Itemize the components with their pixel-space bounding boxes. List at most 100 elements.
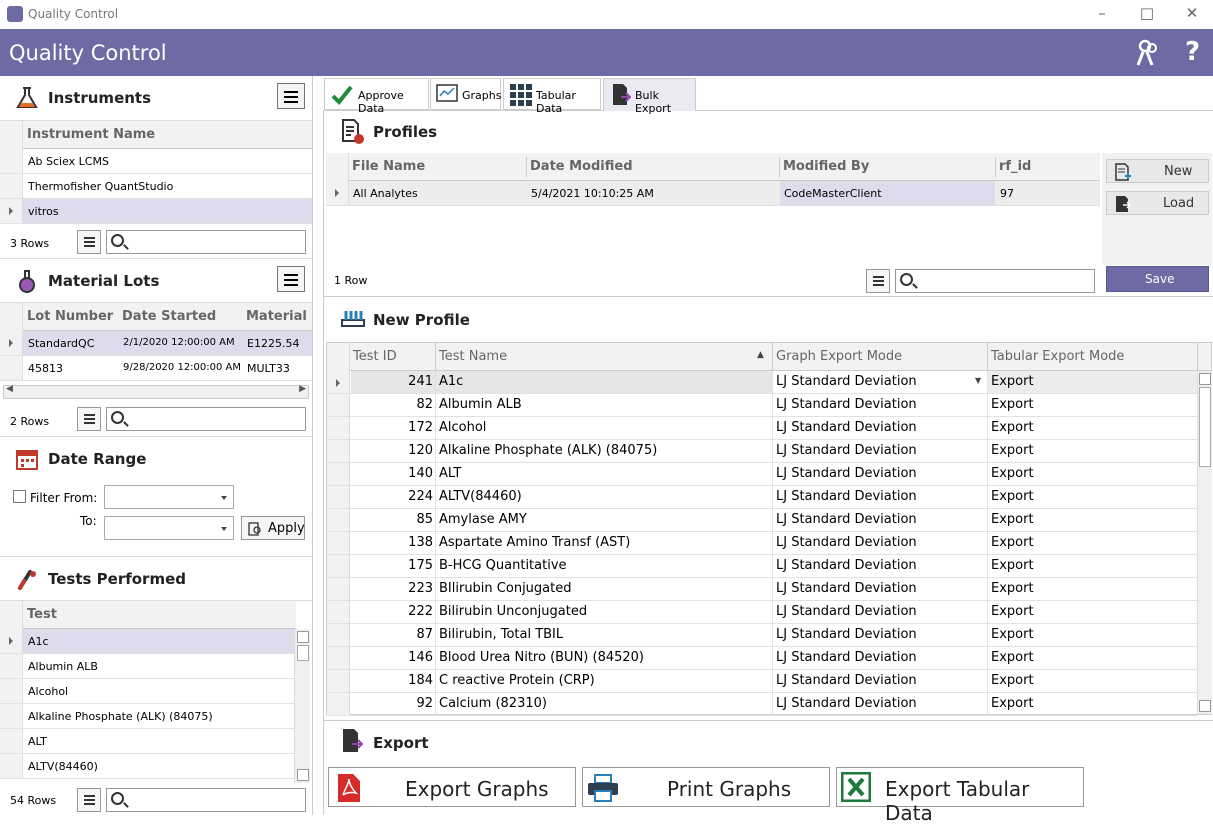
cell-graph-export-mode[interactable]: LJ Standard Deviation: [776, 535, 917, 550]
cell-graph-export-mode[interactable]: LJ Standard Deviation: [776, 650, 917, 665]
to-date-picker[interactable]: [104, 516, 234, 540]
vertical-scrollbar[interactable]: [1197, 371, 1212, 714]
filter-from-checkbox[interactable]: [13, 490, 26, 503]
column-chooser-button[interactable]: [77, 407, 101, 431]
cell-graph-export-mode[interactable]: LJ Standard Deviation: [776, 512, 917, 527]
cell-tabular-export-mode[interactable]: Export: [991, 627, 1034, 642]
cell-tabular-export-mode[interactable]: Export: [991, 604, 1034, 619]
column-date-modified[interactable]: Date Modified: [530, 159, 633, 174]
load-profile-button[interactable]: Load: [1106, 191, 1209, 215]
table-row[interactable]: 140 ALT LJ Standard Deviation Export: [327, 463, 1197, 486]
cell-graph-export-mode[interactable]: LJ Standard Deviation: [776, 489, 917, 504]
column-chooser-button[interactable]: [77, 788, 101, 812]
print-graphs-button[interactable]: Print Graphs: [582, 767, 830, 807]
table-row[interactable]: 85 Amylase AMY LJ Standard Deviation Export: [327, 509, 1197, 532]
material-lots-menu-button[interactable]: [277, 266, 305, 292]
maximize-button[interactable]: □: [1137, 4, 1157, 22]
cell-tabular-export-mode[interactable]: Export: [991, 650, 1034, 665]
tab-graphs[interactable]: Graphs: [430, 78, 501, 110]
table-row[interactable]: 224 ALTV(84460) LJ Standard Deviation Expor…: [327, 486, 1197, 509]
column-lot-number[interactable]: Lot Number: [27, 309, 113, 324]
cell-tabular-export-mode[interactable]: Export: [991, 696, 1034, 711]
table-row[interactable]: 175 B-HCG Quantitative LJ Standard Deviati…: [327, 555, 1197, 578]
column-test[interactable]: Test: [27, 607, 57, 622]
horizontal-scrollbar[interactable]: ◀ ▶: [3, 384, 309, 399]
column-test-name[interactable]: Test Name: [439, 349, 507, 364]
column-graph-export-mode[interactable]: Graph Export Mode: [776, 349, 902, 364]
cell-graph-export-mode[interactable]: LJ Standard Deviation: [776, 696, 917, 711]
sort-ascending-icon[interactable]: ▲: [757, 350, 764, 360]
cell-tabular-export-mode[interactable]: Export: [991, 512, 1034, 527]
table-row-selected[interactable]: 241 A1c LJ Standard Deviation Export ▼: [327, 371, 1197, 394]
save-profile-button[interactable]: Save: [1106, 266, 1209, 292]
column-file-name[interactable]: File Name: [352, 159, 425, 174]
apply-button[interactable]: Apply: [241, 516, 305, 540]
tests-search-input[interactable]: [106, 788, 306, 812]
cell-tabular-export-mode[interactable]: Export: [991, 374, 1034, 389]
cell-tabular-export-mode[interactable]: Export: [991, 673, 1034, 688]
table-row[interactable]: ALTV(84460): [0, 754, 294, 779]
column-date-started[interactable]: Date Started: [122, 309, 216, 324]
cell-tabular-export-mode[interactable]: Export: [991, 581, 1034, 596]
table-row[interactable]: Alcohol: [0, 679, 294, 704]
table-row[interactable]: 222 Bilirubin Unconjugated LJ Standard Dev…: [327, 601, 1197, 624]
instruments-menu-button[interactable]: [277, 83, 305, 109]
from-date-picker[interactable]: [104, 485, 234, 509]
table-row[interactable]: 138 Aspartate Amino Transf (AST) LJ Standa…: [327, 532, 1197, 555]
table-row[interactable]: ALT: [0, 729, 294, 754]
table-row[interactable]: 45813 9/28/2020 12:00:00 AM MULT33: [0, 356, 312, 381]
new-profile-button[interactable]: New: [1106, 159, 1209, 183]
close-button[interactable]: ✕: [1182, 4, 1202, 22]
cell-graph-export-mode[interactable]: LJ Standard Deviation: [776, 558, 917, 573]
cell-graph-export-mode[interactable]: LJ Standard Deviation: [776, 374, 917, 389]
help-icon[interactable]: ?: [1185, 37, 1200, 67]
cell-graph-export-mode[interactable]: LJ Standard Deviation: [776, 420, 917, 435]
table-row[interactable]: 92 Calcium (82310) LJ Standard Deviation Ex…: [327, 693, 1197, 716]
table-row-selected[interactable]: StandardQC 2/1/2020 12:00:00 AM E1225.54: [0, 331, 312, 356]
table-row[interactable]: 223 BIlirubin Conjugated LJ Standard Devia…: [327, 578, 1197, 601]
table-row[interactable]: Alkaline Phosphate (ALK) (84075): [0, 704, 294, 729]
cell-graph-export-mode[interactable]: LJ Standard Deviation: [776, 466, 917, 481]
table-row-selected[interactable]: All Analytes 5/4/2021 10:10:25 AM CodeMa…: [326, 181, 1100, 206]
cell-graph-export-mode[interactable]: LJ Standard Deviation: [776, 581, 917, 596]
profiles-search-input[interactable]: [895, 269, 1095, 293]
column-chooser-button[interactable]: [77, 230, 101, 254]
table-row[interactable]: 120 Alkaline Phosphate (ALK) (84075) LJ St…: [327, 440, 1197, 463]
cell-tabular-export-mode[interactable]: Export: [991, 397, 1034, 412]
cell-graph-export-mode[interactable]: LJ Standard Deviation: [776, 443, 917, 458]
column-tabular-export-mode[interactable]: Tabular Export Mode: [991, 349, 1124, 364]
instruments-search-input[interactable]: [106, 230, 306, 254]
tab-approve-data[interactable]: Approve Data: [324, 78, 429, 115]
table-row[interactable]: 184 C reactive Protein (CRP) LJ Standard D…: [327, 670, 1197, 693]
cell-graph-export-mode[interactable]: LJ Standard Deviation: [776, 627, 917, 642]
column-modified-by[interactable]: Modified By: [783, 159, 869, 174]
cell-tabular-export-mode[interactable]: Export: [991, 489, 1034, 504]
minimize-button[interactable]: –: [1092, 4, 1112, 22]
column-material[interactable]: Material: [246, 309, 307, 324]
tab-bulk-export[interactable]: Bulk Export: [603, 78, 696, 115]
export-graphs-button[interactable]: Export Graphs: [328, 767, 576, 807]
table-row[interactable]: Ab Sciex LCMS: [0, 149, 312, 174]
cell-tabular-export-mode[interactable]: Export: [991, 443, 1034, 458]
cell-tabular-export-mode[interactable]: Export: [991, 558, 1034, 573]
cell-graph-export-mode[interactable]: LJ Standard Deviation: [776, 673, 917, 688]
table-row-selected[interactable]: A1c: [0, 629, 294, 654]
table-row[interactable]: 82 Albumin ALB LJ Standard Deviation Export: [327, 394, 1197, 417]
tab-tabular-data[interactable]: Tabular Data: [503, 78, 601, 115]
users-icon[interactable]: [1135, 39, 1161, 67]
table-row[interactable]: Albumin ALB: [0, 654, 294, 679]
cell-graph-export-mode[interactable]: LJ Standard Deviation: [776, 397, 917, 412]
material-lots-search-input[interactable]: [106, 407, 306, 431]
table-row[interactable]: 87 Bilirubin, Total TBIL LJ Standard Devia…: [327, 624, 1197, 647]
column-test-id[interactable]: Test ID: [353, 349, 397, 364]
column-rf-id[interactable]: rf_id: [999, 159, 1031, 174]
column-instrument-name[interactable]: Instrument Name: [27, 127, 155, 142]
table-row[interactable]: 172 Alcohol LJ Standard Deviation Export: [327, 417, 1197, 440]
cell-tabular-export-mode[interactable]: Export: [991, 420, 1034, 435]
cell-tabular-export-mode[interactable]: Export: [991, 535, 1034, 550]
cell-graph-export-mode[interactable]: LJ Standard Deviation: [776, 604, 917, 619]
column-chooser-button[interactable]: [866, 269, 890, 293]
vertical-scrollbar[interactable]: [294, 629, 310, 783]
table-row[interactable]: Thermofisher QuantStudio: [0, 174, 312, 199]
table-row-selected[interactable]: vitros: [0, 199, 312, 224]
